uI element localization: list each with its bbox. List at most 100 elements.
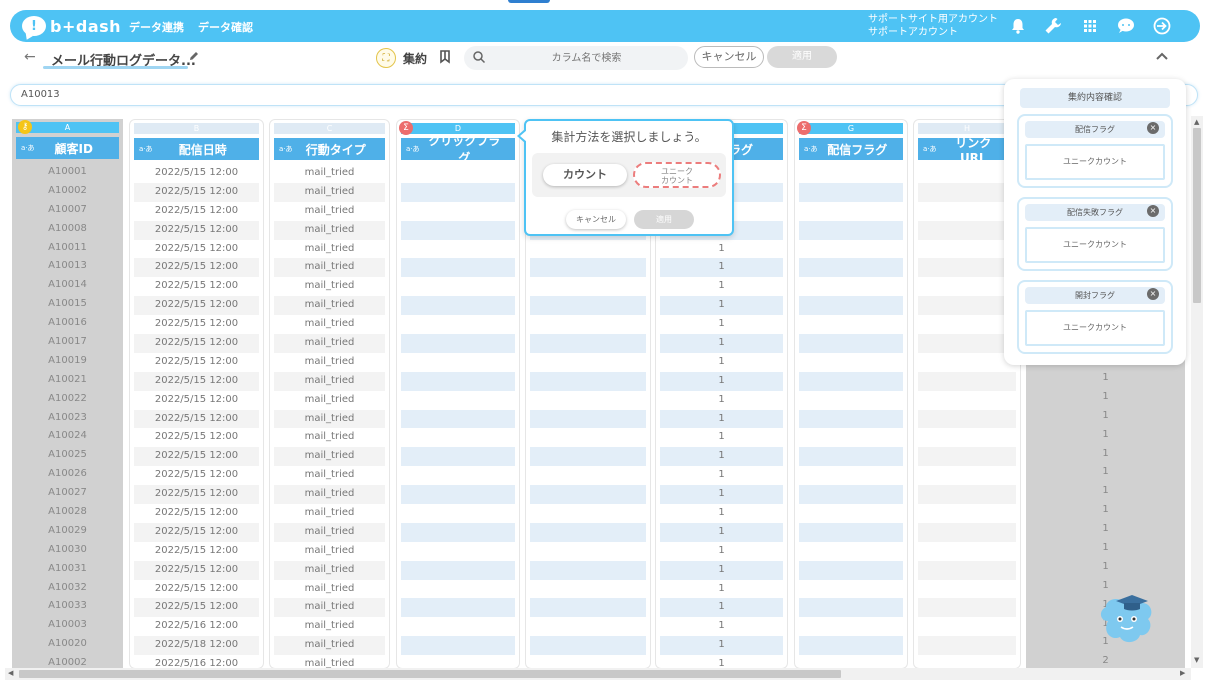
table-cell[interactable]	[530, 504, 646, 523]
table-cell[interactable]: 1	[1030, 482, 1181, 501]
table-cell[interactable]: mail_tried	[274, 447, 385, 467]
table-cell[interactable]	[799, 258, 903, 278]
table-cell[interactable]	[530, 598, 646, 618]
table-cell[interactable]	[918, 164, 1016, 183]
summary-card-value[interactable]: ユニークカウント	[1025, 227, 1165, 263]
scroll-left-icon[interactable]: ◀	[8, 669, 13, 677]
table-cell[interactable]	[799, 409, 903, 429]
table-cell[interactable]	[401, 296, 515, 316]
column-header[interactable]: a·あ 配信フラグ	[799, 138, 903, 160]
table-cell[interactable]	[918, 447, 1016, 467]
table-cell[interactable]	[401, 466, 515, 485]
table-cell[interactable]: 1	[1030, 558, 1181, 577]
table-cell[interactable]: 1	[1030, 388, 1181, 407]
table-cell[interactable]	[918, 542, 1016, 561]
table-cell[interactable]: 1	[660, 466, 783, 485]
tag-icon[interactable]	[439, 50, 451, 64]
table-cell[interactable]: mail_tried	[274, 466, 385, 485]
table-cell[interactable]	[918, 655, 1016, 668]
table-cell[interactable]: mail_tried	[274, 560, 385, 580]
table-cell[interactable]	[401, 391, 515, 410]
table-cell[interactable]: mail_tried	[274, 409, 385, 429]
option-unique-count-button[interactable]: ユニーク カウント	[633, 162, 721, 188]
table-cell[interactable]: 2022/5/16 12:00	[134, 655, 259, 668]
scroll-thumb[interactable]	[19, 670, 841, 678]
table-cell[interactable]	[530, 391, 646, 410]
table-cell[interactable]	[401, 485, 515, 505]
table-cell[interactable]: 2022/5/15 12:00	[134, 353, 259, 372]
table-cell[interactable]: mail_tried	[274, 296, 385, 316]
table-cell[interactable]: A10002	[16, 654, 119, 669]
table-cell[interactable]: 2022/5/15 12:00	[134, 164, 259, 183]
table-cell[interactable]	[918, 560, 1016, 580]
table-cell[interactable]	[401, 560, 515, 580]
table-cell[interactable]: A10007	[16, 201, 119, 220]
popup-apply-button[interactable]: 適用	[634, 210, 694, 229]
table-cell[interactable]: A10019	[16, 352, 119, 371]
table-cell[interactable]	[799, 617, 903, 636]
table-cell[interactable]	[401, 220, 515, 240]
table-cell[interactable]	[530, 580, 646, 599]
table-cell[interactable]: 2022/5/15 12:00	[134, 240, 259, 259]
table-cell[interactable]	[918, 580, 1016, 599]
table-cell[interactable]	[918, 371, 1016, 391]
account-info[interactable]: サポートサイト用アカウント サポートアカウント	[868, 13, 998, 39]
nav-data-check[interactable]: データ確認	[198, 19, 253, 35]
table-cell[interactable]	[401, 522, 515, 542]
summary-card-value[interactable]: ユニークカウント	[1025, 310, 1165, 346]
table-cell[interactable]	[799, 580, 903, 599]
table-cell[interactable]: mail_tried	[274, 391, 385, 410]
table-cell[interactable]	[401, 428, 515, 447]
table-cell[interactable]	[799, 220, 903, 240]
table-cell[interactable]	[401, 504, 515, 523]
column-letter[interactable]: G	[799, 123, 903, 134]
table-cell[interactable]	[918, 391, 1016, 410]
table-cell[interactable]: 2022/5/15 12:00	[134, 277, 259, 296]
table-cell[interactable]	[530, 636, 646, 656]
table-cell[interactable]: mail_tried	[274, 504, 385, 523]
table-cell[interactable]	[799, 522, 903, 542]
table-cell[interactable]: mail_tried	[274, 334, 385, 353]
table-cell[interactable]: 1	[1030, 445, 1181, 464]
table-cell[interactable]: A10028	[16, 503, 119, 522]
table-cell[interactable]: 2022/5/15 12:00	[134, 334, 259, 353]
table-cell[interactable]: A10020	[16, 635, 119, 654]
table-cell[interactable]: 2022/5/15 12:00	[134, 542, 259, 561]
table-cell[interactable]: mail_tried	[274, 580, 385, 599]
table-cell[interactable]: 2022/5/15 12:00	[134, 220, 259, 240]
table-cell[interactable]: 2	[1030, 652, 1181, 669]
table-cell[interactable]	[530, 315, 646, 334]
table-cell[interactable]: A10032	[16, 579, 119, 598]
table-cell[interactable]: 2022/5/15 12:00	[134, 598, 259, 618]
table-cell[interactable]: 1	[660, 409, 783, 429]
close-icon[interactable]: ×	[1147, 122, 1159, 134]
table-cell[interactable]	[918, 617, 1016, 636]
table-cell[interactable]	[799, 371, 903, 391]
table-cell[interactable]	[799, 353, 903, 372]
table-cell[interactable]	[799, 598, 903, 618]
table-cell[interactable]: 2022/5/15 12:00	[134, 466, 259, 485]
table-cell[interactable]	[799, 560, 903, 580]
table-cell[interactable]: A10013	[16, 257, 119, 276]
column-header[interactable]: a·あ クリックフラグ	[401, 134, 515, 165]
table-cell[interactable]: 1	[660, 522, 783, 542]
table-cell[interactable]	[799, 447, 903, 467]
table-cell[interactable]: A10033	[16, 597, 119, 616]
table-cell[interactable]	[530, 542, 646, 561]
table-cell[interactable]	[799, 296, 903, 316]
table-cell[interactable]: mail_tried	[274, 258, 385, 278]
back-arrow-icon[interactable]: ←	[24, 49, 36, 65]
table-cell[interactable]	[530, 522, 646, 542]
column-letter[interactable]: B	[134, 123, 259, 134]
table-cell[interactable]: 1	[660, 655, 783, 668]
table-cell[interactable]: mail_tried	[274, 522, 385, 542]
table-cell[interactable]: A10026	[16, 465, 119, 484]
table-cell[interactable]: 2022/5/15 12:00	[134, 258, 259, 278]
table-cell[interactable]: A10024	[16, 427, 119, 446]
table-cell[interactable]	[918, 409, 1016, 429]
table-cell[interactable]	[401, 164, 515, 183]
table-cell[interactable]: mail_tried	[274, 371, 385, 391]
table-cell[interactable]: 2022/5/15 12:00	[134, 504, 259, 523]
table-cell[interactable]: 1	[660, 371, 783, 391]
table-cell[interactable]: A10001	[16, 163, 119, 182]
